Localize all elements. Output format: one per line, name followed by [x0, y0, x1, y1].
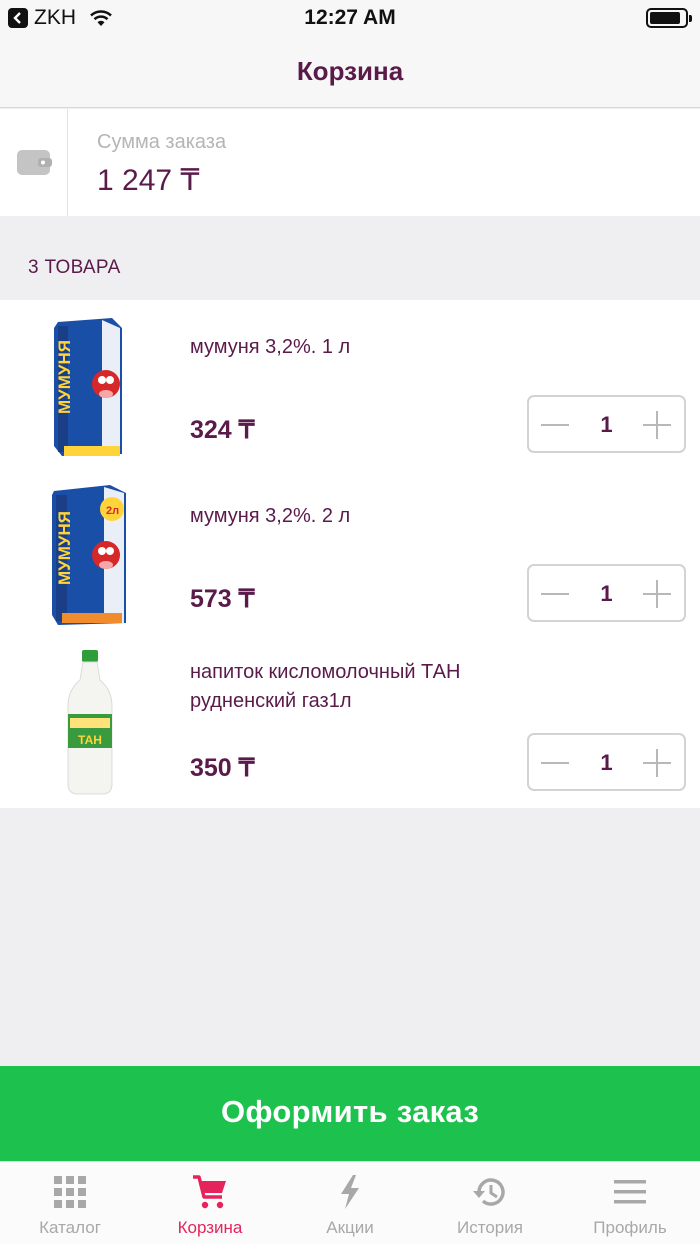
item-price: 350 ₸ — [190, 754, 255, 782]
tab-label: Каталог — [39, 1218, 101, 1237]
item-price: 324 ₸ — [190, 416, 255, 444]
order-sum-label: Сумма заказа — [97, 131, 227, 153]
increase-button[interactable] — [642, 748, 672, 778]
svg-text:2л: 2л — [106, 505, 119, 517]
status-bar: ZKH 12:27 AM — [0, 0, 700, 36]
increase-button[interactable] — [642, 410, 672, 440]
svg-text:МУМУНЯ: МУМУНЯ — [55, 511, 74, 585]
tab-label: Акции — [326, 1218, 374, 1237]
tab-promotions[interactable]: Акции — [280, 1162, 420, 1244]
cart-icon — [193, 1175, 226, 1209]
tab-cart[interactable]: Корзина — [140, 1162, 280, 1244]
tab-history[interactable]: История — [420, 1162, 560, 1244]
checkout-button-label: Оформить заказ — [220, 1094, 480, 1129]
svg-text:ТАН: ТАН — [78, 733, 102, 747]
product-image-milk-carton-1l: МУМУНЯ — [54, 318, 122, 456]
lightning-icon — [341, 1175, 359, 1209]
tab-bar: Каталог Корзина Акции История Профиль — [0, 1161, 700, 1244]
cart-item[interactable]: МУМУНЯ мумуня 3,2%. 1 л 324 ₸ 1 — [0, 300, 700, 469]
cart-item[interactable]: ТАН напиток кисломолочный ТАН рудненский… — [0, 638, 700, 807]
history-icon — [473, 1178, 505, 1206]
tab-profile[interactable]: Профиль — [560, 1162, 700, 1244]
item-name: мумуня 3,2%. 1 л — [190, 336, 351, 358]
product-image-milk-carton-2l: МУМУНЯ 2л — [52, 485, 126, 625]
item-name: напиток кисломолочный ТАН рудненский газ… — [190, 661, 461, 712]
navigation-bar: Корзина — [0, 36, 700, 108]
wallet-cell — [0, 109, 68, 216]
quantity-stepper: 1 — [527, 733, 686, 791]
grid-icon — [54, 1176, 86, 1208]
tab-label: Корзина — [177, 1218, 243, 1237]
items-count-label: 3 ТОВАРА — [28, 257, 121, 278]
tab-catalog[interactable]: Каталог — [0, 1162, 140, 1244]
increase-button[interactable] — [642, 579, 672, 609]
product-image-tan-bottle: ТАН — [67, 650, 113, 795]
clock: 12:27 AM — [304, 6, 396, 29]
checkout-button[interactable]: Оформить заказ — [0, 1066, 700, 1161]
cart-list: МУМУНЯ мумуня 3,2%. 1 л 324 ₸ 1 МУМУНЯ 2… — [0, 300, 700, 808]
quantity-stepper: 1 — [527, 564, 686, 622]
svg-text:МУМУНЯ: МУМУНЯ — [55, 340, 74, 414]
item-name: мумуня 3,2%. 2 л — [190, 505, 351, 527]
quantity-stepper: 1 — [527, 395, 686, 453]
cart-item[interactable]: МУМУНЯ 2л мумуня 3,2%. 2 л 573 ₸ 1 — [0, 469, 700, 638]
battery-icon — [646, 8, 692, 28]
tab-label: История — [457, 1218, 523, 1237]
item-price: 573 ₸ — [190, 585, 255, 613]
page-title: Корзина — [296, 56, 404, 86]
order-summary: Сумма заказа 1 247 ₸ — [0, 109, 700, 216]
menu-icon — [614, 1180, 646, 1204]
wallet-icon — [17, 150, 52, 175]
order-sum-value: 1 247 ₸ — [97, 164, 200, 197]
tab-label: Профиль — [593, 1218, 667, 1237]
